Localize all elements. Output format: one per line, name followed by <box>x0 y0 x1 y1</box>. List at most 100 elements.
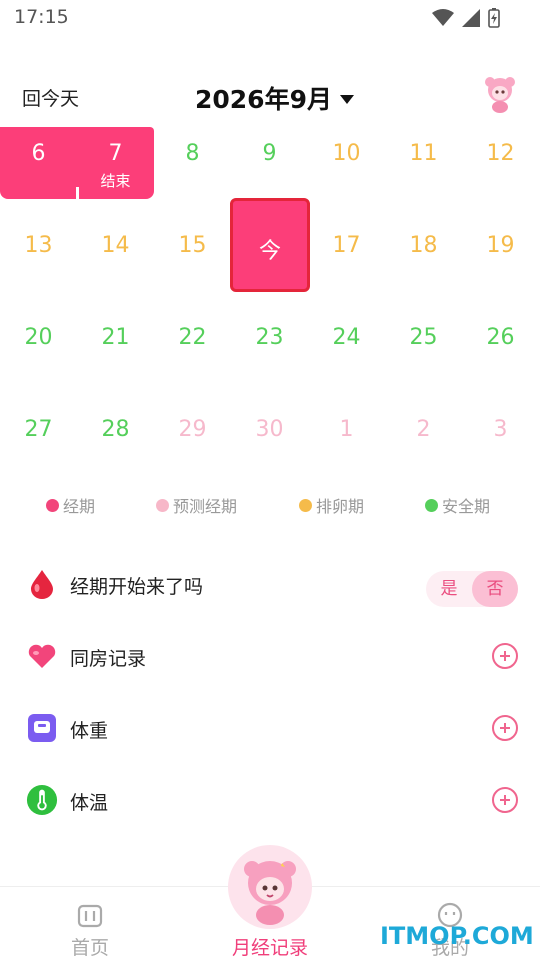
blood-drop-icon <box>31 570 53 599</box>
watermark-text: ITMOP.COM <box>380 922 534 950</box>
tab-home[interactable]: 首页 <box>50 887 130 960</box>
calendar-day[interactable]: 8 <box>154 127 231 219</box>
add-intimacy-record-button[interactable] <box>492 643 518 669</box>
calendar-header: 回今天 2026年9月 <box>0 72 540 122</box>
day-number: 15 <box>178 233 207 258</box>
weight-record-row[interactable]: 体重 <box>0 698 540 758</box>
calendar-legend: 经期 预测经期 排卵期 安全期 <box>0 493 540 517</box>
calendar-day-period-end[interactable]: 7 结束 <box>77 127 154 219</box>
calendar-day[interactable]: 21 <box>77 311 154 403</box>
day-number: 23 <box>255 325 284 350</box>
day-number: 19 <box>486 233 515 258</box>
day-number: 2 <box>416 417 431 442</box>
thermometer-icon <box>26 784 58 816</box>
intimacy-record-row[interactable]: 同房记录 <box>0 626 540 686</box>
calendar-day[interactable]: 14 <box>77 219 154 311</box>
center-record-button[interactable] <box>228 845 312 929</box>
day-number: 26 <box>486 325 515 350</box>
legend-label: 排卵期 <box>316 497 365 516</box>
calendar-day[interactable]: 20 <box>0 311 77 403</box>
month-title: 2026年9月 <box>195 85 332 114</box>
day-number: 18 <box>409 233 438 258</box>
day-number: 9 <box>262 141 277 166</box>
add-temperature-record-button[interactable] <box>492 787 518 813</box>
tab-period-record-label: 月经记录 <box>231 937 308 959</box>
period-started-label: 经期开始来了吗 <box>70 576 204 598</box>
calendar-day[interactable]: 25 <box>385 311 462 403</box>
legend-label: 预测经期 <box>173 497 238 516</box>
back-to-today-button[interactable]: 回今天 <box>22 84 79 111</box>
calendar-day[interactable]: 22 <box>154 311 231 403</box>
calendar-day[interactable]: 10 <box>308 127 385 219</box>
day-number: 29 <box>178 417 207 442</box>
day-number: 17 <box>332 233 361 258</box>
period-started-toggle[interactable]: 是 否 <box>426 571 518 607</box>
day-number: 27 <box>24 417 53 442</box>
calendar-day-next-month[interactable]: 3 <box>462 403 539 495</box>
pink-character-mascot-icon <box>244 861 296 925</box>
toggle-yes-button[interactable]: 是 <box>426 571 472 607</box>
period-end-label: 结束 <box>100 172 131 190</box>
day-number: 22 <box>178 325 207 350</box>
day-number: 24 <box>332 325 361 350</box>
calendar-day[interactable]: 23 <box>231 311 308 403</box>
status-bar: 17:15 <box>0 0 540 36</box>
pink-character-avatar-icon[interactable] <box>482 76 518 114</box>
cellular-signal-icon <box>462 9 480 27</box>
temperature-record-label: 体温 <box>70 792 109 814</box>
calendar-day[interactable]: 27 <box>0 403 77 495</box>
calendar-day[interactable]: 24 <box>308 311 385 403</box>
temperature-record-row[interactable]: 体温 <box>0 770 540 830</box>
calendar-day[interactable]: 19 <box>462 219 539 311</box>
legend-label: 安全期 <box>442 497 491 516</box>
calendar-day[interactable]: 26 <box>462 311 539 403</box>
safe-period-dot-icon <box>425 498 438 512</box>
day-number: 20 <box>24 325 53 350</box>
add-weight-record-button[interactable] <box>492 715 518 741</box>
calendar-day[interactable]: 29 <box>154 403 231 495</box>
tab-home-label: 首页 <box>70 937 109 959</box>
day-number: 1 <box>339 417 354 442</box>
day-number: 25 <box>409 325 438 350</box>
calendar-day[interactable]: 17 <box>308 219 385 311</box>
calendar-day-next-month[interactable]: 1 <box>308 403 385 495</box>
day-number: 8 <box>185 141 200 166</box>
ovulation-dot-icon <box>299 498 312 512</box>
today-label: 今 <box>258 239 281 264</box>
calendar-day[interactable]: 12 <box>462 127 539 219</box>
calendar-day[interactable]: 15 <box>154 219 231 311</box>
calendar-day[interactable]: 13 <box>0 219 77 311</box>
calendar-day[interactable]: 11 <box>385 127 462 219</box>
day-number: 13 <box>24 233 53 258</box>
legend-item-predicted-period: 预测经期 <box>156 493 237 517</box>
legend-item-period: 经期 <box>46 493 95 517</box>
toggle-no-button[interactable]: 否 <box>472 571 518 607</box>
day-number: 6 <box>31 141 46 166</box>
calendar-week-4: 27 28 29 30 1 2 3 <box>0 403 540 495</box>
intimacy-record-label: 同房记录 <box>70 648 147 670</box>
battery-charging-icon <box>488 8 500 28</box>
month-selector[interactable]: 2026年9月 <box>195 80 354 116</box>
weight-record-label: 体重 <box>70 720 109 742</box>
calendar-day[interactable]: 28 <box>77 403 154 495</box>
scale-icon <box>28 714 56 742</box>
calendar-day[interactable]: 18 <box>385 219 462 311</box>
status-icons <box>432 8 500 28</box>
period-started-row: 经期开始来了吗 是 否 <box>0 554 540 614</box>
legend-item-safe: 安全期 <box>425 493 490 517</box>
calendar-day-period-start[interactable]: 6 <box>0 127 77 219</box>
day-number: 3 <box>493 417 508 442</box>
calendar-day-next-month[interactable]: 2 <box>385 403 462 495</box>
day-number: 28 <box>101 417 130 442</box>
caret-down-icon <box>339 94 354 104</box>
day-number: 21 <box>101 325 130 350</box>
calendar-grid: 6 7 结束 8 9 10 11 12 13 14 15 17 18 19 20… <box>0 127 540 495</box>
day-number: 7 <box>108 141 123 166</box>
predicted-period-dot-icon <box>156 498 169 512</box>
calendar-day[interactable]: 30 <box>231 403 308 495</box>
day-number: 10 <box>332 141 361 166</box>
legend-item-ovulation: 排卵期 <box>299 493 364 517</box>
wifi-icon <box>432 9 454 26</box>
day-number: 14 <box>101 233 130 258</box>
day-number: 30 <box>255 417 284 442</box>
